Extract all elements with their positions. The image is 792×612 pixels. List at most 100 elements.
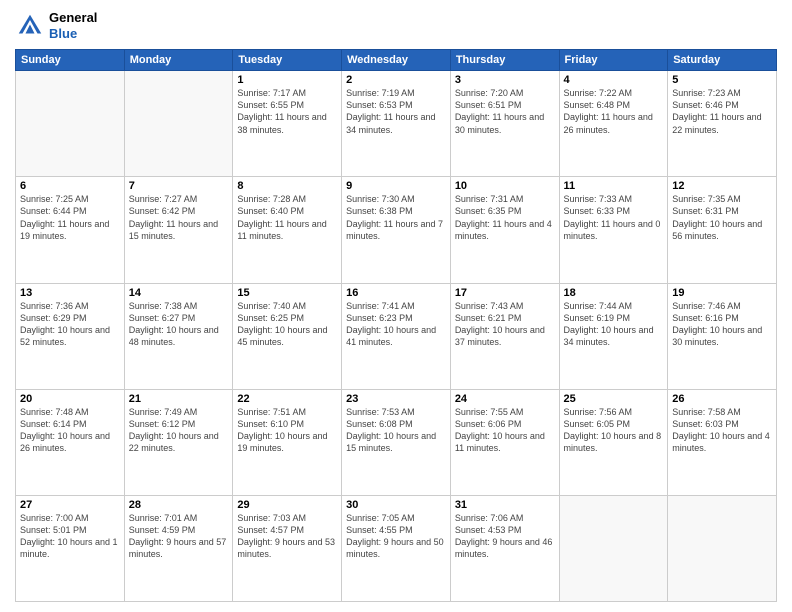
day-info: Sunrise: 7:05 AMSunset: 4:55 PMDaylight:… <box>346 512 446 561</box>
calendar-cell: 11Sunrise: 7:33 AMSunset: 6:33 PMDayligh… <box>559 177 668 283</box>
day-info: Sunrise: 7:40 AMSunset: 6:25 PMDaylight:… <box>237 300 337 349</box>
day-info: Sunrise: 7:35 AMSunset: 6:31 PMDaylight:… <box>672 193 772 242</box>
calendar-cell: 31Sunrise: 7:06 AMSunset: 4:53 PMDayligh… <box>450 495 559 601</box>
day-number: 27 <box>20 499 120 511</box>
day-number: 28 <box>129 499 229 511</box>
day-info: Sunrise: 7:00 AMSunset: 5:01 PMDaylight:… <box>20 512 120 561</box>
logo-text: General Blue <box>49 10 97 41</box>
day-header-saturday: Saturday <box>668 50 777 71</box>
day-number: 29 <box>237 499 337 511</box>
calendar-header-row: SundayMondayTuesdayWednesdayThursdayFrid… <box>16 50 777 71</box>
day-info: Sunrise: 7:55 AMSunset: 6:06 PMDaylight:… <box>455 406 555 455</box>
calendar-cell: 4Sunrise: 7:22 AMSunset: 6:48 PMDaylight… <box>559 71 668 177</box>
calendar-cell: 8Sunrise: 7:28 AMSunset: 6:40 PMDaylight… <box>233 177 342 283</box>
calendar-week-row: 6Sunrise: 7:25 AMSunset: 6:44 PMDaylight… <box>16 177 777 283</box>
calendar-cell: 6Sunrise: 7:25 AMSunset: 6:44 PMDaylight… <box>16 177 125 283</box>
calendar-cell: 27Sunrise: 7:00 AMSunset: 5:01 PMDayligh… <box>16 495 125 601</box>
day-number: 19 <box>672 287 772 299</box>
day-header-sunday: Sunday <box>16 50 125 71</box>
calendar-cell: 1Sunrise: 7:17 AMSunset: 6:55 PMDaylight… <box>233 71 342 177</box>
logo-line1: General <box>49 10 97 26</box>
calendar-cell: 23Sunrise: 7:53 AMSunset: 6:08 PMDayligh… <box>342 389 451 495</box>
day-number: 4 <box>564 74 664 86</box>
day-info: Sunrise: 7:23 AMSunset: 6:46 PMDaylight:… <box>672 87 772 136</box>
calendar-cell: 22Sunrise: 7:51 AMSunset: 6:10 PMDayligh… <box>233 389 342 495</box>
calendar-cell: 26Sunrise: 7:58 AMSunset: 6:03 PMDayligh… <box>668 389 777 495</box>
calendar-week-row: 27Sunrise: 7:00 AMSunset: 5:01 PMDayligh… <box>16 495 777 601</box>
day-info: Sunrise: 7:06 AMSunset: 4:53 PMDaylight:… <box>455 512 555 561</box>
calendar-cell: 5Sunrise: 7:23 AMSunset: 6:46 PMDaylight… <box>668 71 777 177</box>
calendar-cell: 28Sunrise: 7:01 AMSunset: 4:59 PMDayligh… <box>124 495 233 601</box>
calendar-cell: 29Sunrise: 7:03 AMSunset: 4:57 PMDayligh… <box>233 495 342 601</box>
day-number: 6 <box>20 180 120 192</box>
header: General Blue <box>15 10 777 41</box>
day-number: 1 <box>237 74 337 86</box>
calendar-cell <box>16 71 125 177</box>
day-header-wednesday: Wednesday <box>342 50 451 71</box>
day-info: Sunrise: 7:58 AMSunset: 6:03 PMDaylight:… <box>672 406 772 455</box>
page: General Blue SundayMondayTuesdayWednesda… <box>0 0 792 612</box>
calendar-week-row: 13Sunrise: 7:36 AMSunset: 6:29 PMDayligh… <box>16 283 777 389</box>
day-info: Sunrise: 7:41 AMSunset: 6:23 PMDaylight:… <box>346 300 446 349</box>
day-info: Sunrise: 7:48 AMSunset: 6:14 PMDaylight:… <box>20 406 120 455</box>
day-number: 22 <box>237 393 337 405</box>
day-number: 2 <box>346 74 446 86</box>
day-info: Sunrise: 7:31 AMSunset: 6:35 PMDaylight:… <box>455 193 555 242</box>
calendar-cell: 12Sunrise: 7:35 AMSunset: 6:31 PMDayligh… <box>668 177 777 283</box>
calendar-cell: 30Sunrise: 7:05 AMSunset: 4:55 PMDayligh… <box>342 495 451 601</box>
day-header-tuesday: Tuesday <box>233 50 342 71</box>
day-info: Sunrise: 7:46 AMSunset: 6:16 PMDaylight:… <box>672 300 772 349</box>
day-number: 9 <box>346 180 446 192</box>
day-info: Sunrise: 7:27 AMSunset: 6:42 PMDaylight:… <box>129 193 229 242</box>
calendar-cell: 17Sunrise: 7:43 AMSunset: 6:21 PMDayligh… <box>450 283 559 389</box>
day-number: 5 <box>672 74 772 86</box>
day-number: 23 <box>346 393 446 405</box>
calendar-cell: 16Sunrise: 7:41 AMSunset: 6:23 PMDayligh… <box>342 283 451 389</box>
calendar-week-row: 20Sunrise: 7:48 AMSunset: 6:14 PMDayligh… <box>16 389 777 495</box>
day-number: 21 <box>129 393 229 405</box>
calendar-cell: 21Sunrise: 7:49 AMSunset: 6:12 PMDayligh… <box>124 389 233 495</box>
calendar-cell <box>559 495 668 601</box>
day-info: Sunrise: 7:53 AMSunset: 6:08 PMDaylight:… <box>346 406 446 455</box>
day-info: Sunrise: 7:38 AMSunset: 6:27 PMDaylight:… <box>129 300 229 349</box>
day-number: 18 <box>564 287 664 299</box>
day-info: Sunrise: 7:28 AMSunset: 6:40 PMDaylight:… <box>237 193 337 242</box>
day-number: 3 <box>455 74 555 86</box>
day-number: 24 <box>455 393 555 405</box>
calendar-cell: 19Sunrise: 7:46 AMSunset: 6:16 PMDayligh… <box>668 283 777 389</box>
day-number: 10 <box>455 180 555 192</box>
calendar-week-row: 1Sunrise: 7:17 AMSunset: 6:55 PMDaylight… <box>16 71 777 177</box>
calendar-cell: 15Sunrise: 7:40 AMSunset: 6:25 PMDayligh… <box>233 283 342 389</box>
calendar-cell <box>124 71 233 177</box>
calendar-cell: 7Sunrise: 7:27 AMSunset: 6:42 PMDaylight… <box>124 177 233 283</box>
day-header-thursday: Thursday <box>450 50 559 71</box>
day-info: Sunrise: 7:51 AMSunset: 6:10 PMDaylight:… <box>237 406 337 455</box>
calendar-cell: 20Sunrise: 7:48 AMSunset: 6:14 PMDayligh… <box>16 389 125 495</box>
day-header-monday: Monday <box>124 50 233 71</box>
day-number: 31 <box>455 499 555 511</box>
day-number: 13 <box>20 287 120 299</box>
day-info: Sunrise: 7:19 AMSunset: 6:53 PMDaylight:… <box>346 87 446 136</box>
calendar-cell <box>668 495 777 601</box>
day-info: Sunrise: 7:56 AMSunset: 6:05 PMDaylight:… <box>564 406 664 455</box>
day-info: Sunrise: 7:43 AMSunset: 6:21 PMDaylight:… <box>455 300 555 349</box>
calendar-cell: 18Sunrise: 7:44 AMSunset: 6:19 PMDayligh… <box>559 283 668 389</box>
logo-line2: Blue <box>49 26 97 42</box>
calendar-cell: 9Sunrise: 7:30 AMSunset: 6:38 PMDaylight… <box>342 177 451 283</box>
calendar-cell: 25Sunrise: 7:56 AMSunset: 6:05 PMDayligh… <box>559 389 668 495</box>
day-number: 14 <box>129 287 229 299</box>
calendar-cell: 24Sunrise: 7:55 AMSunset: 6:06 PMDayligh… <box>450 389 559 495</box>
calendar-cell: 3Sunrise: 7:20 AMSunset: 6:51 PMDaylight… <box>450 71 559 177</box>
day-number: 16 <box>346 287 446 299</box>
day-info: Sunrise: 7:01 AMSunset: 4:59 PMDaylight:… <box>129 512 229 561</box>
day-info: Sunrise: 7:17 AMSunset: 6:55 PMDaylight:… <box>237 87 337 136</box>
day-info: Sunrise: 7:20 AMSunset: 6:51 PMDaylight:… <box>455 87 555 136</box>
day-header-friday: Friday <box>559 50 668 71</box>
calendar-cell: 2Sunrise: 7:19 AMSunset: 6:53 PMDaylight… <box>342 71 451 177</box>
day-info: Sunrise: 7:22 AMSunset: 6:48 PMDaylight:… <box>564 87 664 136</box>
day-number: 30 <box>346 499 446 511</box>
calendar-table: SundayMondayTuesdayWednesdayThursdayFrid… <box>15 49 777 602</box>
calendar-cell: 14Sunrise: 7:38 AMSunset: 6:27 PMDayligh… <box>124 283 233 389</box>
day-number: 25 <box>564 393 664 405</box>
day-number: 7 <box>129 180 229 192</box>
